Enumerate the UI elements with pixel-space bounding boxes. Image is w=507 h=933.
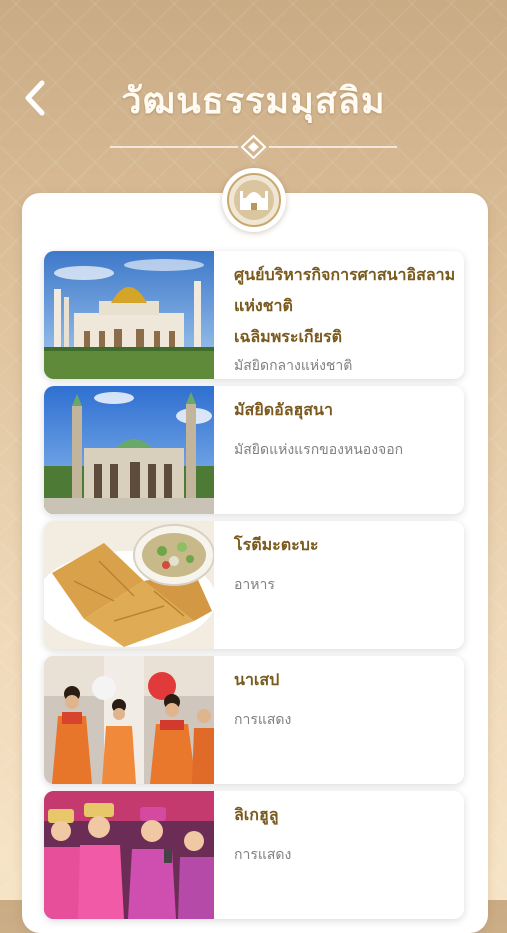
list-item[interactable]: มัสยิดอัลฮุสนา มัสยิดแห่งแรกของหนองจอก <box>44 386 464 514</box>
golden-dome-mosque-image <box>44 251 214 379</box>
green-dome-mosque-image <box>44 386 214 514</box>
mosque-emblem-icon <box>222 168 286 232</box>
item-title: โรตีมะตะบะ <box>234 535 319 554</box>
roti-mataba-food-image <box>44 521 214 649</box>
divider-ornament-icon <box>110 135 397 159</box>
item-category: มัสยิดแห่งแรกของหนองจอก <box>234 442 404 458</box>
list-item[interactable]: ศูนย์บริหารกิจการศาสนาอิสลาม แห่งชาติ เฉ… <box>44 251 464 379</box>
item-title: ศูนย์บริหารกิจการศาสนาอิสลาม แห่งชาติ เฉ… <box>234 265 456 346</box>
item-category: มัสยิดกลางแห่งชาติ <box>234 358 353 374</box>
item-category: การแสดง <box>234 712 292 728</box>
list-item[interactable]: นาเสป การแสดง <box>44 656 464 784</box>
dancers-performance-image <box>44 656 214 784</box>
item-category: การแสดง <box>234 847 292 863</box>
chevron-left-icon <box>25 80 45 116</box>
list-item[interactable]: โรตีมะตะบะ อาหาร <box>44 521 464 649</box>
page-title: วัฒนธรรมมุสลิม <box>121 80 386 122</box>
item-title: มัสยิดอัลฮุสนา <box>234 400 333 419</box>
back-button[interactable] <box>18 78 52 118</box>
culture-list: ศูนย์บริหารกิจการศาสนาอิสลาม แห่งชาติ เฉ… <box>44 251 464 926</box>
item-title: นาเสป <box>234 670 280 689</box>
item-title: ลิเกฮูลู <box>234 805 279 824</box>
item-category: อาหาร <box>234 577 275 593</box>
